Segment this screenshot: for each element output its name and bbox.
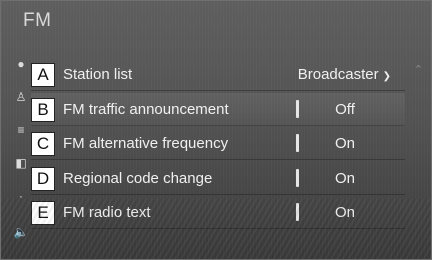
setting-row-station-list[interactable]: A Station list Broadcaster ❯ <box>31 58 405 91</box>
setting-row-traffic-announcement[interactable]: B FM traffic announcement Off <box>31 92 405 126</box>
setting-label: Regional code change <box>63 169 213 187</box>
list-icon[interactable]: ≡ <box>13 122 29 138</box>
divider <box>296 134 299 152</box>
chevron-down-icon: ❯ <box>382 71 391 82</box>
setting-value: On <box>334 169 355 187</box>
tune-icon[interactable]: ◧ <box>13 155 29 171</box>
callout-letter: B <box>31 97 55 122</box>
settings-list: A Station list Broadcaster ❯ B FM traffic… <box>31 58 405 231</box>
setting-label: FM radio text <box>63 204 151 221</box>
fm-settings-screen: FM ● ♙ ≡ ◧ · 🔈 ⌃ A Station list Broadcas… <box>0 0 432 260</box>
callout-letter: A <box>31 63 55 87</box>
setting-value: Off <box>335 100 355 118</box>
setting-value: On <box>334 204 355 221</box>
divider <box>296 203 299 221</box>
volume-icon[interactable]: 🔈 <box>13 224 29 240</box>
setting-row-radio-text[interactable]: E FM radio text On <box>31 196 405 229</box>
divider <box>296 168 299 187</box>
setting-label: FM traffic announcement <box>63 100 229 118</box>
setting-row-alternative-frequency[interactable]: C FM alternative frequency On <box>31 127 405 160</box>
dropdown-value: Broadcaster <box>297 66 379 83</box>
antenna-icon[interactable]: ♙ <box>13 89 29 105</box>
divider <box>296 99 299 118</box>
chevron-up-icon[interactable]: ⌃ <box>414 63 423 76</box>
callout-letter: C <box>31 132 55 156</box>
setting-label: FM alternative frequency <box>63 135 229 152</box>
callout-letter: E <box>31 201 55 225</box>
station-list-dropdown[interactable]: Broadcaster ❯ <box>298 66 391 83</box>
setting-row-regional-code[interactable]: D Regional code change On <box>31 162 405 195</box>
radio-icon[interactable]: ● <box>13 56 29 72</box>
page-title: FM <box>23 10 52 31</box>
side-rail: ● ♙ ≡ ◧ · 🔈 <box>13 56 31 256</box>
setting-label: Station list <box>63 66 133 83</box>
callout-letter: D <box>31 166 55 191</box>
setting-value: On <box>334 135 355 152</box>
dot-icon[interactable]: · <box>13 188 29 204</box>
